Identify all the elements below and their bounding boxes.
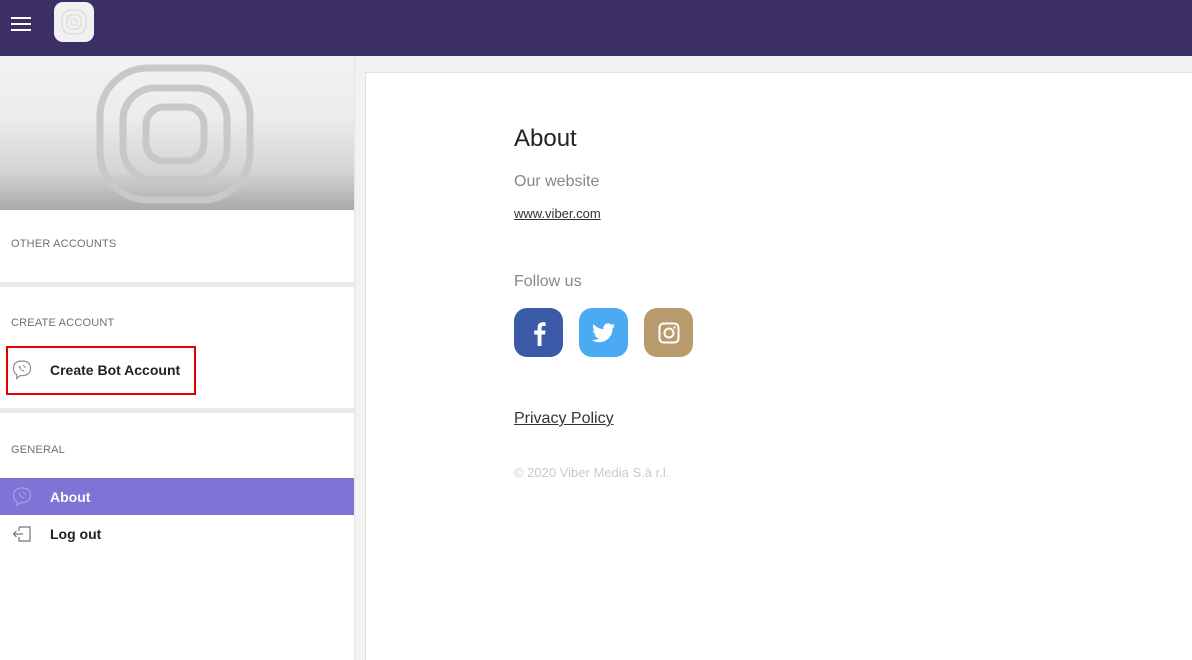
section-label-general: GENERAL xyxy=(11,444,65,456)
sidebar: OTHER ACCOUNTS CREATE ACCOUNT Create Bot… xyxy=(0,56,355,660)
page-title: About xyxy=(514,125,577,152)
divider xyxy=(0,408,354,413)
section-label-other-accounts: OTHER ACCOUNTS xyxy=(11,238,117,250)
instagram-button[interactable] xyxy=(644,308,693,357)
twitter-icon xyxy=(591,322,615,342)
copyright-text: © 2020 Viber Media S.à r.l. xyxy=(514,465,670,480)
selection-highlight xyxy=(6,346,196,395)
top-bar xyxy=(0,0,1192,56)
hamburger-icon[interactable] xyxy=(11,17,31,33)
viber-icon xyxy=(11,486,33,508)
account-cover xyxy=(0,56,354,210)
viber-bot-logo-icon[interactable] xyxy=(54,2,94,42)
sidebar-item-about-label: About xyxy=(50,488,91,505)
facebook-icon xyxy=(533,321,546,346)
website-link[interactable]: www.viber.com xyxy=(514,206,601,221)
privacy-policy-link[interactable]: Privacy Policy xyxy=(514,410,614,428)
sidebar-item-about[interactable]: About xyxy=(0,478,354,515)
facebook-button[interactable] xyxy=(514,308,563,357)
website-heading: Our website xyxy=(514,173,600,190)
divider xyxy=(0,282,354,287)
sidebar-item-logout[interactable]: Log out xyxy=(0,515,354,552)
sidebar-item-logout-label: Log out xyxy=(50,525,102,542)
about-panel: About Our website www.viber.com Follow u… xyxy=(365,72,1192,660)
twitter-button[interactable] xyxy=(579,308,628,357)
viber-bot-placeholder-icon xyxy=(96,64,254,204)
follow-heading: Follow us xyxy=(514,273,582,290)
instagram-icon xyxy=(658,322,679,343)
logout-icon xyxy=(11,523,33,545)
section-label-create-account: CREATE ACCOUNT xyxy=(11,317,115,329)
